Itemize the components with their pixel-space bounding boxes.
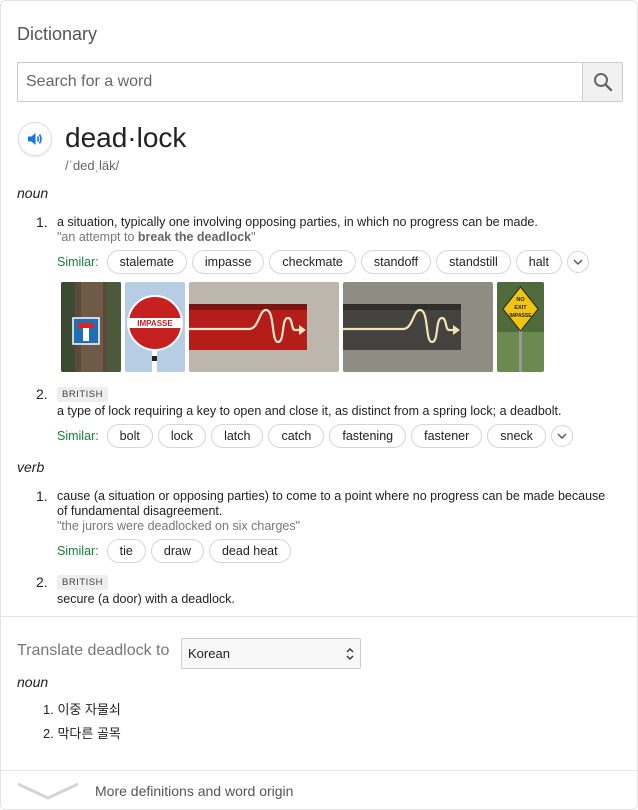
similar-label: Similar:: [57, 429, 99, 443]
chevron-down-icon: [557, 433, 567, 439]
search-icon: [593, 73, 612, 92]
similar-chip[interactable]: tie: [106, 539, 146, 563]
image-strip: IMPASSE NO EXIT IMPASSE: [61, 282, 544, 372]
similar-chip[interactable]: bolt: [106, 424, 153, 448]
sign-text: NO: [516, 297, 525, 303]
select-arrows-icon: [346, 648, 354, 660]
similar-chip[interactable]: stalemate: [106, 250, 187, 274]
expand-similar-button[interactable]: [550, 425, 573, 447]
search-button[interactable]: [582, 63, 622, 101]
pos-verb: verb: [17, 459, 45, 475]
similar-chip[interactable]: standoff: [360, 250, 432, 274]
image-thumbnail[interactable]: IMPASSE: [125, 282, 185, 372]
similar-chip[interactable]: standstill: [436, 250, 511, 274]
similar-row: Similar: stalemate impasse checkmate sta…: [57, 250, 589, 274]
divider: [1, 616, 638, 617]
search-input[interactable]: [18, 63, 583, 101]
example: "the jurors were deadlocked on six charg…: [57, 519, 301, 533]
similar-chip[interactable]: dead heat: [208, 539, 291, 563]
more-definitions-button[interactable]: More definitions and word origin: [1, 771, 638, 810]
definition: a situation, typically one involving opp…: [57, 215, 538, 229]
example: "an attempt to break the deadlock": [57, 230, 256, 244]
image-thumbnail[interactable]: NO EXIT IMPASSE: [497, 282, 544, 372]
pronounce-button[interactable]: [18, 122, 52, 156]
sign-text: EXIT: [514, 305, 527, 311]
similar-chip[interactable]: lock: [157, 424, 207, 448]
chevron-down-icon: [17, 782, 79, 800]
similar-chip[interactable]: impasse: [191, 250, 265, 274]
sense-number: 2.: [36, 386, 48, 402]
translation-number: 2.: [43, 726, 54, 741]
region-badge: BRITISH: [57, 387, 108, 402]
region-badge: BRITISH: [57, 575, 108, 590]
example-highlight: break the deadlock: [137, 230, 252, 244]
similar-row: Similar: bolt lock latch catch fastening…: [57, 424, 573, 448]
expand-similar-button[interactable]: [566, 251, 589, 273]
similar-chip[interactable]: fastening: [329, 424, 407, 448]
sense-number: 1.: [36, 488, 48, 504]
similar-chip[interactable]: catch: [268, 424, 325, 448]
similar-row: Similar: tie draw dead heat: [57, 539, 291, 563]
translate-label: Translate deadlock to: [17, 642, 170, 659]
translation-item: 2. 막다른 골목: [43, 723, 121, 742]
example-text: "an attempt to: [57, 230, 138, 244]
dictionary-card: Dictionary dead·lock /ˈdedˌläk/ noun 1. …: [0, 0, 638, 810]
sign-text: IMPASSE: [137, 319, 173, 328]
image-thumbnail[interactable]: [343, 282, 493, 372]
definition: secure (a door) with a deadlock.: [57, 592, 235, 606]
search-box: [17, 62, 623, 102]
speaker-icon: [28, 133, 42, 145]
similar-chip[interactable]: latch: [211, 424, 264, 448]
translation-text: 막다른 골목: [57, 726, 121, 741]
definition: cause (a situation or opposing parties) …: [57, 489, 606, 518]
sense-number: 2.: [36, 574, 48, 590]
phonetic: /ˈdedˌläk/: [65, 158, 120, 173]
headword: dead·lock: [65, 122, 187, 153]
translation-text: 이중 자물쇠: [57, 702, 121, 717]
definition: a type of lock requiring a key to open a…: [57, 404, 562, 418]
image-thumbnail[interactable]: [61, 282, 121, 372]
translate-pos: noun: [17, 674, 49, 690]
similar-chip[interactable]: checkmate: [269, 250, 356, 274]
sign-text: IMPASSE: [509, 313, 532, 319]
sense-number: 1.: [36, 214, 48, 230]
image-thumbnail[interactable]: [189, 282, 339, 372]
similar-chip[interactable]: draw: [150, 539, 204, 563]
similar-chip[interactable]: sneck: [487, 424, 546, 448]
similar-label: Similar:: [57, 544, 99, 558]
language-select-value: Korean: [188, 646, 230, 661]
pos-noun: noun: [17, 185, 49, 201]
translation-item: 1. 이중 자물쇠: [43, 699, 121, 718]
translation-number: 1.: [43, 702, 54, 717]
example-text: ": [251, 230, 256, 244]
chevron-down-icon: [573, 259, 583, 265]
similar-chip[interactable]: halt: [515, 250, 562, 274]
language-select[interactable]: Korean: [181, 638, 361, 669]
similar-label: Similar:: [57, 255, 99, 269]
similar-chip[interactable]: fastener: [411, 424, 483, 448]
more-definitions-label: More definitions and word origin: [95, 783, 294, 799]
panel-title: Dictionary: [17, 24, 98, 44]
